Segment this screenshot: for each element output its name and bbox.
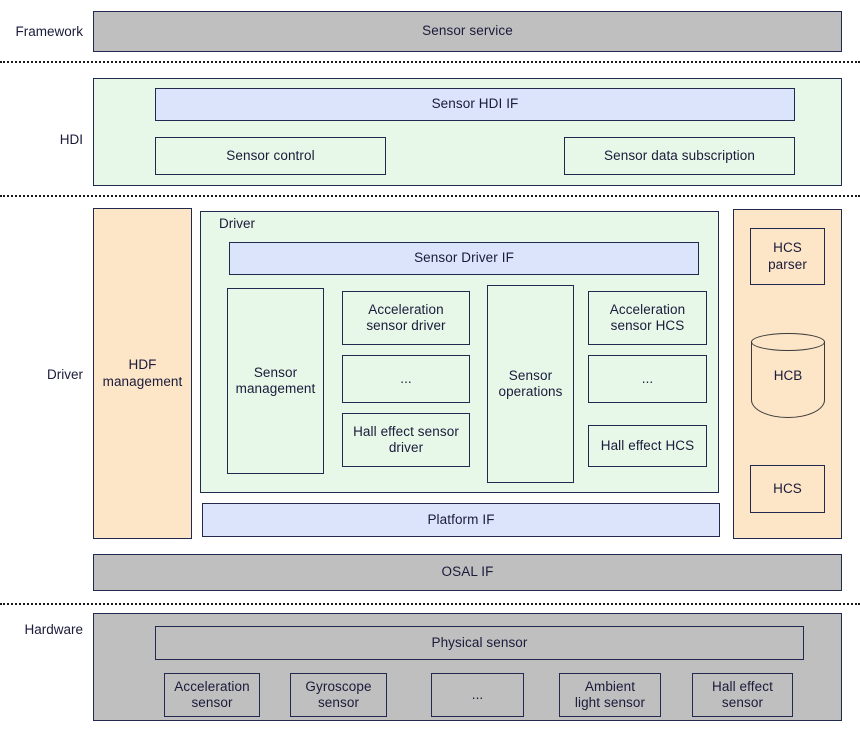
osal-if-label: OSAL IF (441, 564, 494, 580)
sensor-hdi-if-block: Sensor HDI IF (155, 88, 795, 121)
ambient-light-sensor-label: Ambient light sensor (574, 678, 646, 710)
hcs-parser-block: HCS parser (750, 228, 825, 285)
hcs-ellipsis-block: ... (588, 355, 707, 403)
sensor-service-label: Sensor service (422, 23, 513, 39)
hcb-cylinder: HCB (751, 333, 825, 418)
row-label-driver: Driver (47, 367, 83, 382)
hcs-ellipsis-label: ... (641, 370, 654, 386)
acceleration-sensor-driver-label: Acceleration sensor driver (366, 301, 446, 333)
sensor-management-block: Sensor management (227, 288, 324, 474)
separator-driver-hardware (0, 603, 860, 605)
hall-effect-sensor-driver-label: Hall effect sensor driver (353, 423, 459, 455)
sensor-operations-block: Sensor operations (487, 285, 574, 483)
hcs-block: HCS (750, 465, 825, 513)
separator-framework-hdi (0, 61, 860, 63)
hardware-ellipsis-block: ... (431, 673, 524, 717)
hall-effect-hcs-label: Hall effect HCS (600, 437, 695, 453)
hall-effect-sensor-driver-block: Hall effect sensor driver (342, 413, 470, 467)
hdf-management-label: HDF management (102, 357, 183, 389)
sensor-operations-label: Sensor operations (498, 367, 563, 399)
sensor-data-subscription-label: Sensor data subscription (604, 147, 755, 163)
acceleration-sensor-hcs-label: Acceleration sensor HCS (609, 301, 686, 333)
ambient-light-sensor-block: Ambient light sensor (559, 673, 661, 717)
sensor-driver-if-block: Sensor Driver IF (229, 242, 699, 275)
acceleration-sensor-driver-block: Acceleration sensor driver (342, 291, 470, 345)
hardware-ellipsis-label: ... (471, 686, 484, 702)
sensor-control-block: Sensor control (155, 137, 386, 175)
physical-sensor-block: Physical sensor (155, 626, 804, 660)
row-label-hdi: HDI (59, 132, 83, 147)
row-label-hardware: Hardware (24, 622, 83, 637)
sensor-control-label: Sensor control (226, 147, 315, 163)
osal-if-block: OSAL IF (93, 554, 842, 591)
driver-container-label: Driver (219, 216, 255, 231)
hcb-label: HCB (773, 368, 803, 383)
sensor-driver-if-label: Sensor Driver IF (414, 250, 514, 266)
hall-effect-hcs-block: Hall effect HCS (588, 425, 707, 467)
architecture-diagram: Framework Sensor service HDI Sensor HDI … (0, 0, 860, 731)
acceleration-sensor-label: Acceleration sensor (174, 678, 250, 710)
gyroscope-sensor-block: Gyroscope sensor (290, 673, 387, 717)
driver-ellipsis-block: ... (342, 355, 470, 403)
hcs-parser-label: HCS parser (768, 240, 807, 272)
hall-effect-sensor-block: Hall effect sensor (692, 673, 793, 717)
row-label-framework: Framework (15, 24, 83, 39)
separator-hdi-driver (0, 195, 860, 197)
sensor-service-block: Sensor service (93, 11, 842, 52)
gyroscope-sensor-label: Gyroscope sensor (305, 678, 372, 710)
sensor-management-label: Sensor management (235, 364, 316, 396)
hcs-label: HCS (773, 480, 802, 496)
sensor-data-subscription-block: Sensor data subscription (564, 137, 795, 175)
physical-sensor-label: Physical sensor (431, 634, 528, 650)
platform-if-block: Platform IF (202, 503, 720, 537)
acceleration-sensor-block: Acceleration sensor (164, 673, 260, 717)
hdf-management-block: HDF management (93, 208, 192, 539)
hall-effect-sensor-label: Hall effect sensor (712, 678, 773, 710)
driver-ellipsis-label: ... (400, 370, 412, 386)
acceleration-sensor-hcs-block: Acceleration sensor HCS (588, 291, 707, 345)
platform-if-label: Platform IF (427, 511, 495, 527)
sensor-hdi-if-label: Sensor HDI IF (431, 96, 519, 112)
